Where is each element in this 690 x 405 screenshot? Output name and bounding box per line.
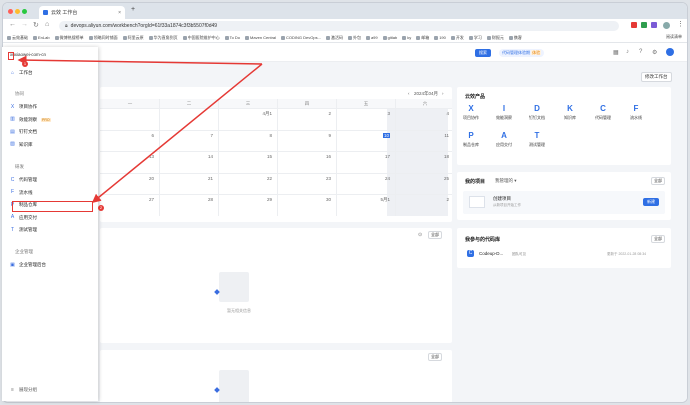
arrow-to-menu [17, 55, 263, 65]
annotation-arrows [17, 55, 263, 203]
step-badge-2: 2 [98, 205, 104, 211]
step-badge-1: 1 [22, 61, 28, 67]
arrow-to-artifact-repo [91, 63, 263, 203]
